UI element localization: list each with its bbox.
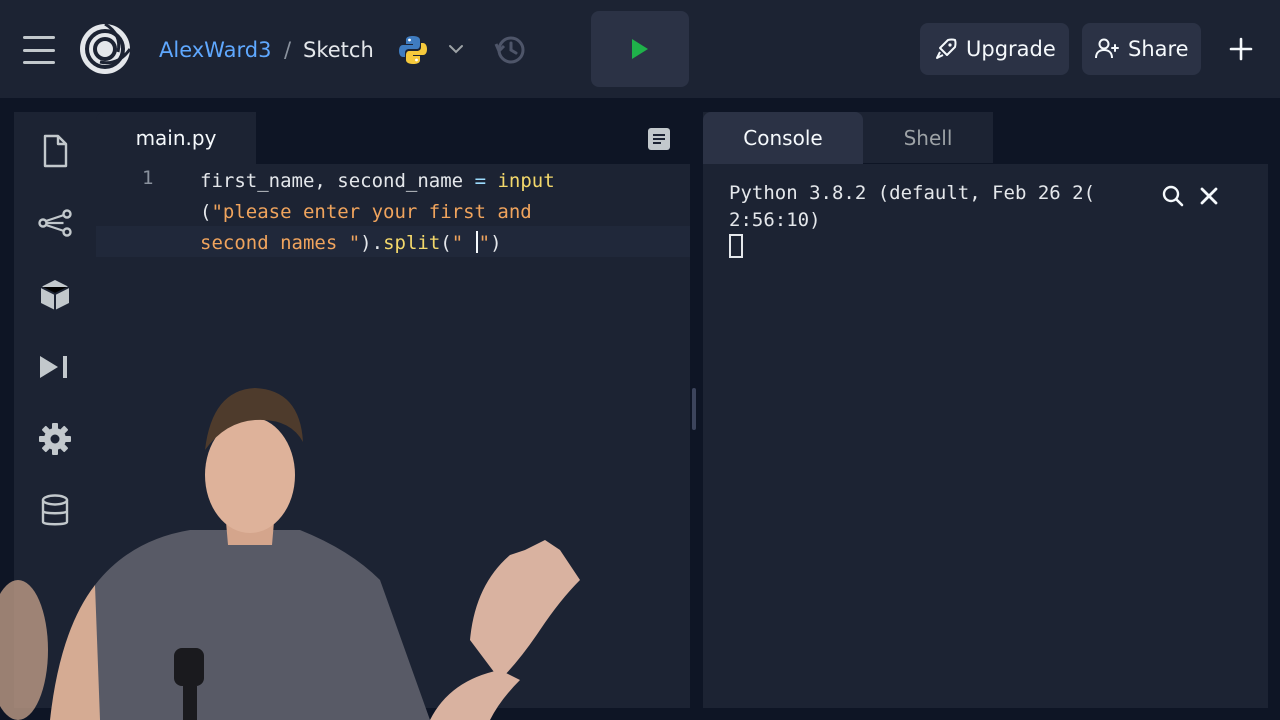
code-token: ( — [440, 232, 452, 254]
python-logo-icon[interactable] — [397, 34, 429, 66]
search-icon[interactable] — [1161, 184, 1185, 208]
code-token: = — [463, 170, 498, 192]
code-token: second names " — [200, 232, 361, 254]
rocket-icon — [936, 38, 957, 59]
code-line[interactable]: first_name, second_name = input ("please… — [200, 166, 670, 259]
menu-icon[interactable] — [22, 36, 56, 64]
tab-main-py[interactable]: main.py — [96, 112, 256, 164]
history-icon[interactable] — [492, 32, 528, 68]
editor-menu-icon[interactable] — [646, 126, 672, 152]
console-text: Python 3.8.2 (default, Feb 26 2( 2:56:10… — [729, 180, 1149, 234]
code-token: " — [451, 232, 475, 254]
breadcrumb-user-link[interactable]: AlexWard3 — [159, 32, 271, 68]
play-icon — [632, 39, 648, 59]
upgrade-label: Upgrade — [966, 37, 1056, 61]
console-pane: Console Shell Python 3.8.2 (default, Feb… — [703, 112, 1268, 708]
chevron-down-icon[interactable] — [445, 38, 467, 60]
code-token: split — [383, 232, 441, 254]
code-area[interactable]: 1 first_name, second_name = input ("plea… — [96, 164, 690, 708]
share-label: Share — [1128, 37, 1189, 61]
add-user-icon — [1095, 38, 1119, 59]
line-number: 1 — [142, 167, 154, 189]
plus-icon[interactable] — [1224, 32, 1258, 66]
top-bar: AlexWard3 / Sketch Upgrade Share — [0, 0, 1280, 98]
run-button[interactable] — [591, 11, 689, 87]
close-icon[interactable] — [1197, 184, 1221, 208]
packages-icon[interactable] — [36, 276, 74, 314]
code-token: " — [478, 232, 491, 254]
sidebar — [14, 112, 96, 708]
code-token: ( — [200, 201, 212, 223]
code-token: , — [314, 170, 338, 192]
console-line: 2:56:10) — [729, 209, 821, 231]
editor-tab-strip — [256, 112, 690, 164]
code-token: "please enter your first and — [211, 201, 532, 223]
breadcrumb-separator: / — [284, 38, 292, 62]
replit-logo-icon[interactable] — [78, 22, 132, 76]
code-token: second_name — [337, 170, 464, 192]
code-token: input — [497, 170, 555, 192]
share-button[interactable]: Share — [1082, 23, 1201, 75]
pane-resize-handle[interactable] — [692, 388, 696, 430]
tab-console[interactable]: Console — [703, 112, 863, 164]
console-output[interactable]: Python 3.8.2 (default, Feb 26 2( 2:56:10… — [703, 164, 1268, 708]
code-token: . — [371, 232, 384, 254]
terminal-cursor — [729, 234, 743, 258]
breadcrumb-project-name[interactable]: Sketch — [303, 32, 374, 68]
settings-icon[interactable] — [36, 420, 74, 458]
database-icon[interactable] — [36, 492, 74, 530]
version-control-icon[interactable] — [36, 204, 74, 242]
tab-shell[interactable]: Shell — [863, 112, 993, 164]
text-cursor — [475, 231, 478, 253]
console-line: Python 3.8.2 (default, Feb 26 2( — [729, 182, 1096, 204]
code-token: ) — [360, 232, 372, 254]
files-icon[interactable] — [36, 132, 74, 170]
code-editor: main.py 1 first_name, second_name = inpu… — [96, 112, 690, 708]
upgrade-button[interactable]: Upgrade — [920, 23, 1069, 75]
code-token: ) — [490, 232, 502, 254]
debugger-icon[interactable] — [36, 348, 74, 386]
code-token: first_name — [200, 170, 315, 192]
console-tab-strip — [993, 112, 1268, 164]
